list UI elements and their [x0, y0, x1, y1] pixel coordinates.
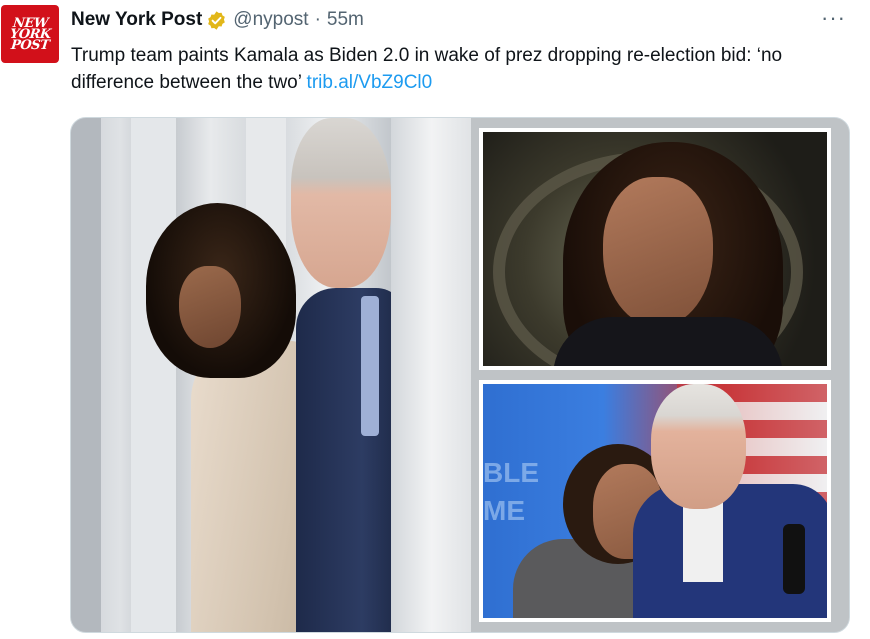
- verified-badge-icon[interactable]: [206, 10, 227, 31]
- more-options-icon[interactable]: ···: [821, 7, 846, 29]
- photo-harris-portrait: [479, 128, 831, 370]
- avatar-logo-line-3: POST: [10, 37, 50, 53]
- author-handle[interactable]: @nypost: [233, 9, 308, 31]
- avatar[interactable]: NEW YORK POST: [1, 5, 59, 63]
- author-name[interactable]: New York Post: [71, 9, 202, 31]
- tweet-media[interactable]: BLE ME: [70, 117, 850, 633]
- tweet-text: Trump team paints Kamala as Biden 2.0 in…: [71, 42, 811, 96]
- photo-harris-biden-hug: BLE ME: [479, 380, 831, 622]
- photo-harris-biden-walking: [71, 118, 481, 632]
- tweet-header: New York Post @nypost · 55m: [71, 8, 364, 32]
- tweet-link[interactable]: trib.al/VbZ9Cl0: [307, 72, 433, 93]
- separator-dot: ·: [314, 9, 321, 30]
- timestamp[interactable]: 55m: [327, 9, 364, 31]
